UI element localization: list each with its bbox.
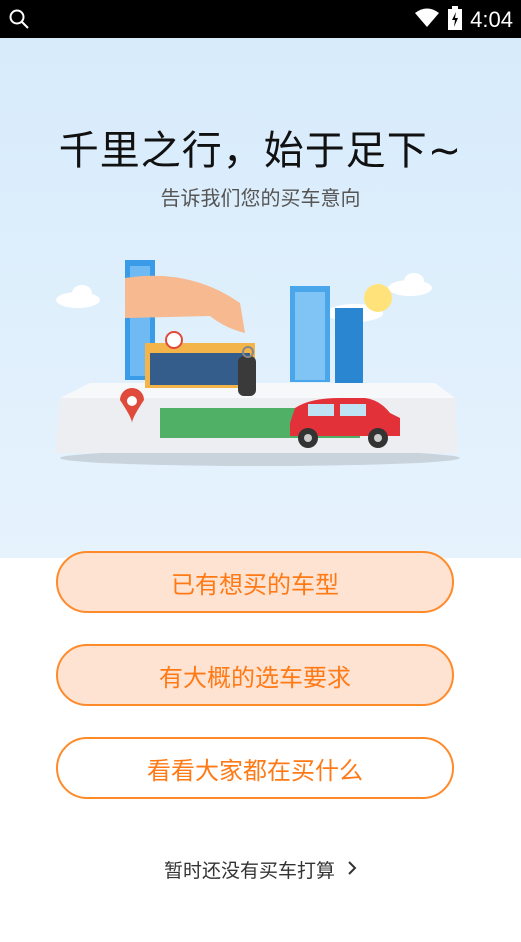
skip-link[interactable]: 暂时还没有买车打算 bbox=[0, 856, 521, 883]
car-purchase-illustration bbox=[55, 260, 460, 466]
option-see-popular-button[interactable]: 看看大家都在买什么 bbox=[56, 737, 454, 799]
status-time: 4:04 bbox=[470, 7, 513, 32]
option-have-model-button[interactable]: 已有想买的车型 bbox=[56, 551, 454, 613]
status-bar: 4:04 bbox=[0, 0, 521, 38]
skip-label: 暂时还没有买车打算 bbox=[163, 860, 335, 882]
sun-icon bbox=[364, 284, 392, 312]
chevron-right-icon bbox=[347, 859, 357, 881]
page-title: 千里之行，始于足下~ bbox=[58, 128, 463, 174]
battery-icon bbox=[448, 6, 463, 34]
page-subtitle: 告诉我们您的买车意向 bbox=[160, 186, 361, 210]
option-rough-requirements-button[interactable]: 有大概的选车要求 bbox=[56, 644, 454, 706]
wifi-icon bbox=[414, 8, 440, 32]
search-icon[interactable] bbox=[8, 8, 30, 34]
